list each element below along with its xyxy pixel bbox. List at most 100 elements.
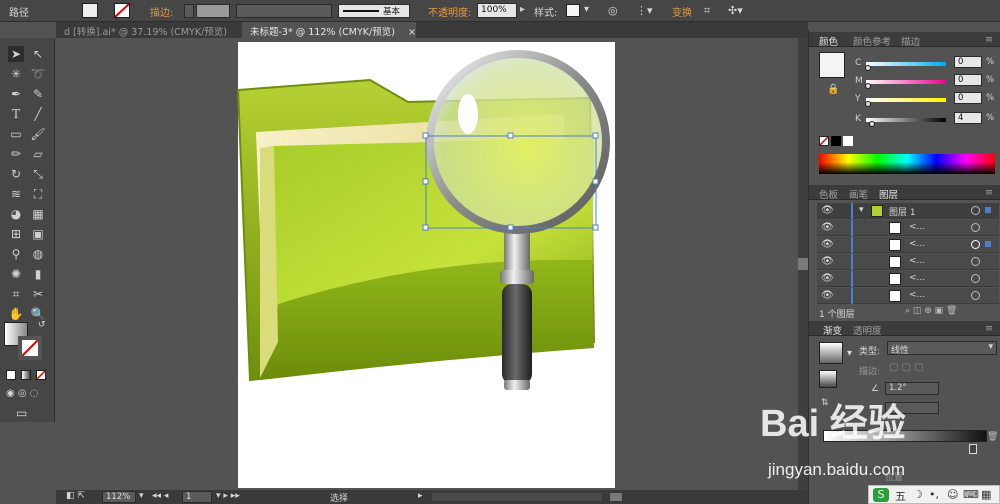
opacity-field[interactable]: 100% [477,3,517,18]
magenta-slider-knob[interactable] [865,83,871,89]
target-icon[interactable] [971,206,980,215]
eye-icon[interactable]: 👁 [821,290,834,301]
cyan-slider[interactable] [866,62,946,66]
layer-row[interactable]: 👁 <... [817,288,999,304]
selection-indicator[interactable] [985,241,991,247]
cyan-value[interactable]: 0 [954,56,982,68]
hand-tool-icon[interactable]: ✋ [8,306,24,322]
zoom-dropdown-icon[interactable]: ▾ [139,491,144,501]
tab-stroke[interactable]: 描边 [901,34,920,48]
horizontal-scroll-thumb[interactable] [610,493,622,501]
target-icon[interactable] [971,223,980,232]
column-graph-icon[interactable]: ▮ [30,266,46,282]
magenta-value[interactable]: 0 [954,74,982,86]
curvature-tool-icon[interactable]: ✎ [30,86,46,102]
panel-menu-icon[interactable]: ≡ [985,187,993,198]
stroke-weight-field[interactable] [196,4,230,18]
warp-tool-icon[interactable]: ≋ [8,186,24,202]
rotate-tool-icon[interactable]: ↻ [8,166,24,182]
draw-mode-icon[interactable]: ◉ ◎ ◌ [6,388,39,399]
tab-swatches[interactable]: 色板 [819,187,838,201]
arrange-icon[interactable]: ✣▾ [728,4,743,17]
tab-transparency[interactable]: 透明度 [853,323,882,337]
perspective-grid-icon[interactable]: ▦ [30,206,46,222]
symbol-sprayer-icon[interactable]: ✺ [8,266,24,282]
align-icon[interactable]: ⋮▾ [636,4,653,17]
sublayer-name[interactable]: <... [909,290,925,300]
screen-mode-icon[interactable]: ▭ [16,406,27,420]
half-width-icon[interactable]: ☽ [913,488,923,501]
shape-builder-icon[interactable]: ◕ [8,206,24,222]
fill-swatch[interactable] [82,3,98,18]
toolbox-icon[interactable]: ▦ [981,488,991,501]
layer-row[interactable]: 👁 <... [817,220,999,236]
stroke-color-icon[interactable] [18,336,42,360]
input-mode-label[interactable]: 五 [895,488,906,504]
black-slider-knob[interactable] [869,121,875,127]
tab-document-1[interactable]: d [转换].ai* @ 37.19% (CMYK/预览) [56,22,235,38]
tab-layers[interactable]: 图层 [879,187,898,201]
none-swatch[interactable] [819,136,829,146]
color-mode-icon[interactable] [6,370,16,380]
color-spectrum[interactable] [819,154,995,174]
yellow-slider[interactable] [866,98,946,102]
sublayer-name[interactable]: <... [909,239,925,249]
color-fill-preview[interactable] [819,52,845,78]
eye-icon[interactable]: 👁 [821,205,834,216]
sublayer-name[interactable]: <... [909,222,925,232]
tab-color-guide[interactable]: 颜色参考 [853,34,891,48]
mesh-tool-icon[interactable]: ⊞ [8,226,24,242]
selection-tool-icon[interactable]: ➤ [8,46,24,62]
stroke-swatch[interactable] [114,3,130,18]
zoom-field[interactable]: 112% [102,491,136,503]
tab-gradient[interactable]: 渐变 [823,323,842,337]
layer-actions-icons[interactable]: ⌕ ◫ ⊕ ▣ 🗑 [905,306,957,316]
scale-tool-icon[interactable]: ⤡ [30,166,46,182]
yellow-slider-knob[interactable] [865,101,871,107]
opacity-arrow-icon[interactable]: ▸ [520,4,525,15]
panel-menu-icon[interactable]: ≡ [985,323,993,334]
direct-selection-tool-icon[interactable]: ↖ [30,46,46,62]
target-icon[interactable] [971,257,980,266]
artboard-nav-icon[interactable]: ◧ ⇱ [66,491,85,501]
opacity-label[interactable]: 不透明度: [428,4,471,19]
layer-name[interactable]: 图层 1 [889,205,916,218]
next-artboard-icon[interactable]: ▾ ▸ ▸▸ [216,491,240,501]
gradient-tool-icon[interactable]: ▣ [30,226,46,242]
white-swatch[interactable] [843,136,853,146]
brush-definition-dropdown[interactable]: 基本 [338,4,410,18]
pencil-icon[interactable]: ✏ [8,146,24,162]
lasso-icon[interactable]: ➰ [30,66,46,82]
eye-icon[interactable]: 👁 [821,239,834,250]
tab-color[interactable]: 颜色 [819,34,838,48]
eye-icon[interactable]: 👁 [821,273,834,284]
tab-document-2[interactable]: 未标题-3* @ 112% (CMYK/预览) × [242,22,416,38]
layer-row[interactable]: 👁 <... [817,254,999,270]
selection-indicator[interactable] [985,207,991,213]
tab-brushes[interactable]: 画笔 [849,187,868,201]
artboard-tool-icon[interactable]: ⌗ [8,286,24,302]
gradient-fill-stroke-icon[interactable] [819,370,837,388]
eyedropper-icon[interactable]: ⚲ [8,246,24,262]
free-transform-icon[interactable]: ⛶ [30,186,46,202]
rectangle-tool-icon[interactable]: ▭ [8,126,24,142]
recolor-icon[interactable]: ◎ [608,4,618,17]
black-slider[interactable] [866,118,946,122]
gradient-dropdown-icon[interactable]: ▾ [847,348,852,359]
punctuation-icon[interactable]: •, [929,488,939,501]
isolate-icon[interactable]: ⌗ [704,4,710,18]
eye-icon[interactable]: 👁 [821,256,834,267]
magenta-slider[interactable] [866,80,946,84]
vertical-scroll-thumb[interactable] [798,258,808,270]
style-dropdown-icon[interactable]: ▾ [584,4,589,15]
disclosure-triangle-icon[interactable]: ▾ [859,205,864,215]
cyan-slider-knob[interactable] [865,65,871,71]
target-icon[interactable] [971,274,980,283]
graphic-style-swatch[interactable] [566,4,580,17]
gradient-preview[interactable] [819,342,843,364]
target-icon[interactable] [971,291,980,300]
layer-row-main[interactable]: 👁 ▾ 图层 1 [817,203,999,219]
keyboard-icon[interactable]: ⌨ [963,488,979,501]
eye-icon[interactable]: 👁 [821,222,834,233]
blend-tool-icon[interactable]: ◍ [30,246,46,262]
